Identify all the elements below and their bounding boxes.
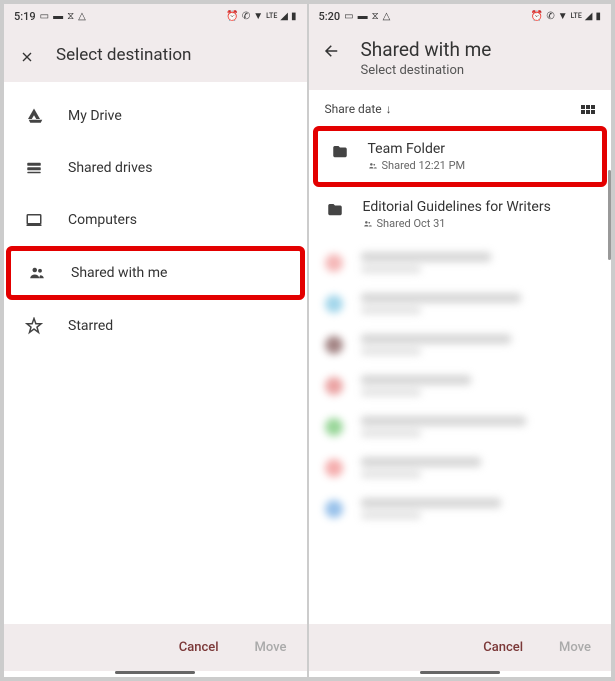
lte-label: LTE	[266, 12, 277, 20]
sort-label-text: Share date	[325, 102, 382, 116]
folder-name: Team Folder	[368, 141, 466, 157]
sort-arrow-icon: ↓	[386, 102, 392, 116]
nav-label: Shared drives	[68, 160, 152, 176]
blurred-item	[309, 242, 612, 283]
nav-label: Shared with me	[71, 265, 167, 281]
page-title: Shared with me	[361, 38, 492, 61]
notif-icon: ⧖	[372, 11, 379, 22]
header: Shared with me Select destination	[309, 28, 612, 90]
folder-meta: Shared Oct 31	[377, 217, 446, 230]
gesture-bar	[4, 671, 307, 677]
status-bar: 5:19 ▭ ▬ ⧖ △ ⏰ ✆ ▼ LTE ◢ ▮	[4, 4, 307, 28]
page-subtitle: Select destination	[361, 63, 492, 78]
lte-label: LTE	[571, 12, 582, 20]
nav-list: My Drive Shared drives Computers Shared …	[4, 82, 307, 624]
status-bar: 5:20 ▭ ▬ ⧖ △ ⏰ ✆ ▼ LTE ◢ ▮	[309, 4, 612, 28]
move-button[interactable]: Move	[559, 640, 591, 655]
nav-label: Starred	[68, 318, 113, 334]
blurred-item	[309, 488, 612, 529]
notif-icon: ▭	[344, 11, 353, 22]
nav-shared-drives[interactable]: Shared drives	[4, 142, 307, 194]
header: Select destination	[4, 28, 307, 82]
gesture-bar	[309, 671, 612, 677]
close-icon[interactable]	[18, 48, 36, 66]
shared-drives-icon	[24, 158, 44, 178]
blurred-item	[309, 324, 612, 365]
star-icon	[24, 316, 44, 336]
nav-computers[interactable]: Computers	[4, 194, 307, 246]
notif-icon: △	[78, 11, 86, 22]
blurred-item	[309, 406, 612, 447]
computers-icon	[24, 210, 44, 230]
blurred-item	[309, 283, 612, 324]
notif-icon: △	[383, 11, 391, 22]
battery-icon: ▮	[291, 11, 297, 22]
alarm-icon: ⏰	[531, 11, 543, 22]
people-icon	[363, 219, 373, 229]
people-icon	[368, 161, 378, 171]
phone-right: 5:20 ▭ ▬ ⧖ △ ⏰ ✆ ▼ LTE ◢ ▮ Shared with m…	[309, 4, 612, 677]
nav-label: Computers	[68, 212, 137, 228]
move-button[interactable]: Move	[255, 640, 287, 655]
blurred-item	[309, 447, 612, 488]
signal-icon: ◢	[585, 11, 593, 22]
status-time: 5:19	[14, 10, 36, 23]
page-title: Select destination	[56, 45, 191, 65]
cancel-button[interactable]: Cancel	[179, 640, 219, 655]
shared-with-me-icon	[27, 263, 47, 283]
notif-icon: ⧖	[67, 11, 74, 22]
grid-view-icon[interactable]	[581, 105, 595, 114]
alarm-icon: ⏰	[226, 11, 238, 22]
folder-name: Editorial Guidelines for Writers	[363, 199, 551, 215]
battery-icon: ▮	[595, 11, 601, 22]
sort-row: Share date ↓	[309, 90, 612, 126]
nav-shared-with-me[interactable]: Shared with me	[6, 246, 305, 300]
wifi-icon: ▼	[558, 11, 568, 22]
nav-my-drive[interactable]: My Drive	[4, 90, 307, 142]
footer: Cancel Move	[309, 624, 612, 671]
notif-icon: ▭	[40, 11, 49, 22]
folder-team-folder[interactable]: Team Folder Shared 12:21 PM	[313, 126, 608, 187]
status-time: 5:20	[319, 10, 341, 23]
folder-icon	[325, 201, 345, 219]
notif-icon: ▬	[358, 11, 368, 22]
phone-left: 5:19 ▭ ▬ ⧖ △ ⏰ ✆ ▼ LTE ◢ ▮ Select destin…	[4, 4, 307, 677]
nav-label: My Drive	[68, 108, 122, 124]
signal-icon: ◢	[280, 11, 288, 22]
folder-editorial-guidelines[interactable]: Editorial Guidelines for Writers Shared …	[309, 187, 612, 242]
call-icon: ✆	[546, 11, 554, 22]
cancel-button[interactable]: Cancel	[483, 640, 523, 655]
nav-starred[interactable]: Starred	[4, 300, 307, 352]
folder-icon	[330, 143, 350, 161]
folder-list[interactable]: Share date ↓ Team Folder Shared 12:21 PM	[309, 90, 612, 624]
folder-meta: Shared 12:21 PM	[382, 159, 466, 172]
back-icon[interactable]	[323, 42, 341, 60]
drive-icon	[24, 106, 44, 126]
footer: Cancel Move	[4, 624, 307, 671]
notif-icon: ▬	[53, 11, 63, 22]
blurred-item	[309, 365, 612, 406]
call-icon: ✆	[242, 11, 250, 22]
wifi-icon: ▼	[253, 11, 263, 22]
sort-button[interactable]: Share date ↓	[325, 102, 392, 116]
